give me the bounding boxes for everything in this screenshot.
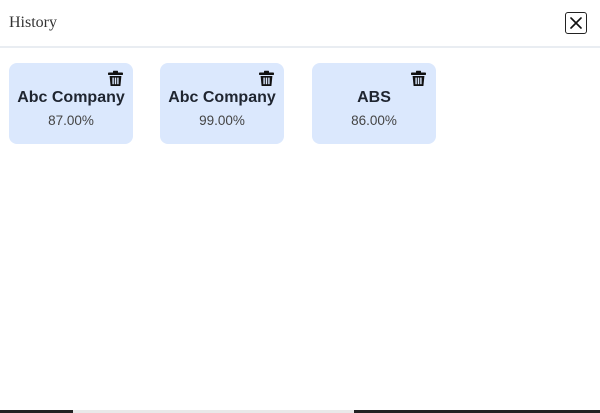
match-score: 87.00%: [48, 113, 94, 128]
match-score: 86.00%: [351, 113, 397, 128]
delete-button[interactable]: [257, 69, 275, 87]
delete-button[interactable]: [106, 69, 124, 87]
company-name: Abc Company: [17, 89, 125, 106]
delete-button[interactable]: [409, 69, 427, 87]
history-card[interactable]: ABS 86.00%: [312, 63, 436, 144]
company-name: Abc Company: [168, 89, 276, 106]
history-card[interactable]: Abc Company 99.00%: [160, 63, 284, 144]
trash-icon: [107, 70, 123, 86]
history-card[interactable]: Abc Company 87.00%: [9, 63, 133, 144]
match-score: 99.00%: [199, 113, 245, 128]
dialog-header: History: [0, 0, 600, 48]
close-icon: [570, 17, 582, 29]
dialog-title: History: [9, 14, 57, 31]
trash-icon: [410, 70, 426, 86]
trash-icon: [258, 70, 274, 86]
close-button[interactable]: [565, 12, 587, 34]
company-name: ABS: [357, 89, 391, 106]
